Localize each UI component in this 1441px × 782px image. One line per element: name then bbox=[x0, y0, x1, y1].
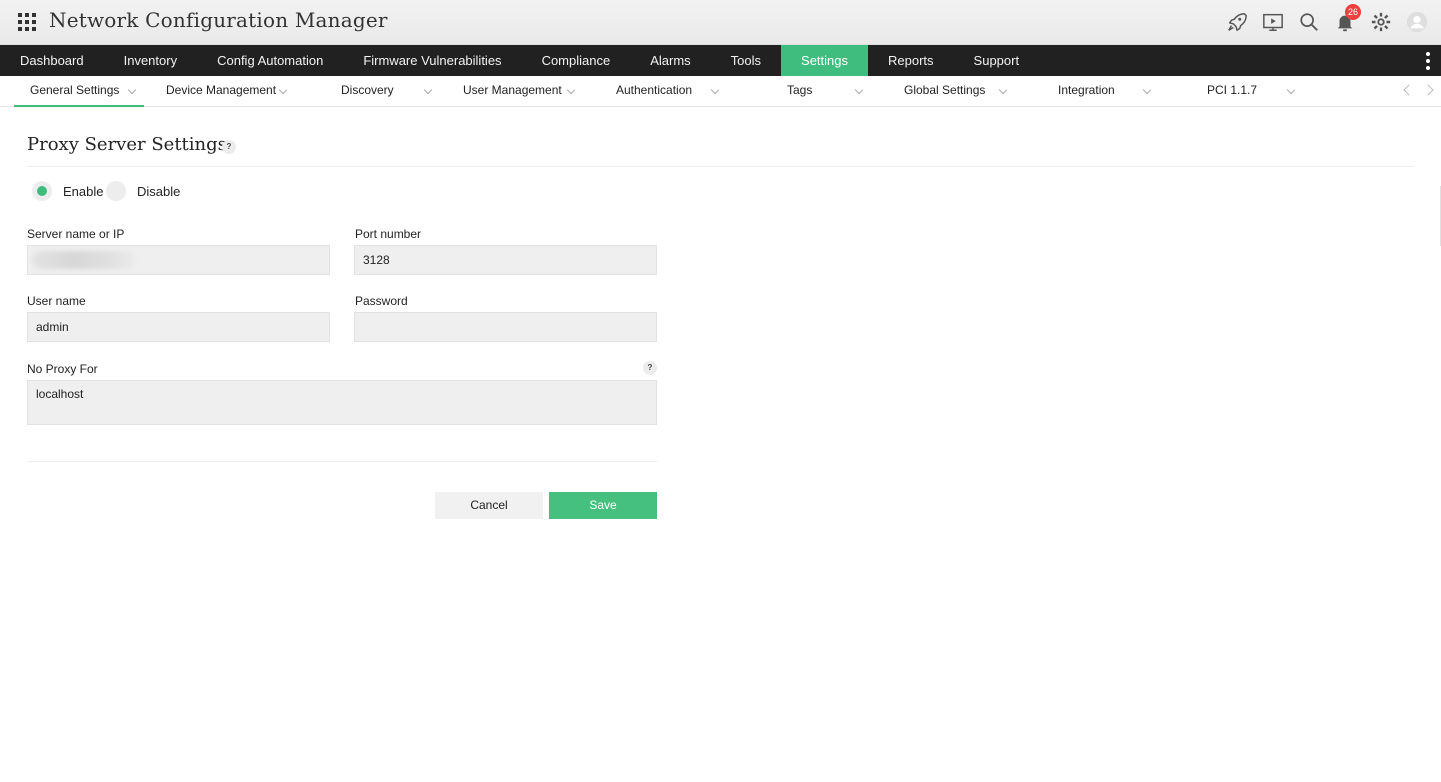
nav-firmware-vulnerabilities[interactable]: Firmware Vulnerabilities bbox=[343, 45, 521, 76]
gear-icon[interactable] bbox=[1363, 7, 1399, 37]
tab-label: Discovery bbox=[341, 83, 394, 97]
chevron-down-icon[interactable] bbox=[566, 85, 576, 95]
port-number-label: Port number bbox=[355, 227, 422, 241]
user-avatar-icon[interactable] bbox=[1399, 7, 1435, 37]
cancel-button[interactable]: Cancel bbox=[435, 492, 543, 519]
bell-icon[interactable]: 26 bbox=[1327, 4, 1363, 37]
nav-tools[interactable]: Tools bbox=[711, 45, 781, 76]
header-toolbar: 26 bbox=[1219, 4, 1435, 37]
chevron-down-icon[interactable] bbox=[1286, 85, 1296, 95]
nav-support[interactable]: Support bbox=[954, 45, 1040, 76]
scroll-left-icon[interactable] bbox=[1403, 84, 1415, 96]
redacted-value bbox=[32, 251, 136, 269]
tab-pci[interactable]: PCI 1.1.7 bbox=[1207, 76, 1257, 107]
app-grid-icon[interactable] bbox=[18, 13, 36, 31]
more-menu-icon[interactable] bbox=[1424, 52, 1432, 70]
nav-settings[interactable]: Settings bbox=[781, 45, 869, 76]
nav-alarms[interactable]: Alarms bbox=[630, 45, 710, 76]
tab-general-settings[interactable]: General Settings bbox=[14, 76, 144, 107]
password-input[interactable] bbox=[354, 312, 657, 342]
notification-badge: 26 bbox=[1345, 4, 1362, 20]
rocket-icon[interactable] bbox=[1219, 7, 1255, 37]
divider bbox=[27, 461, 657, 462]
tab-tags[interactable]: Tags bbox=[787, 76, 812, 107]
chevron-down-icon[interactable] bbox=[854, 85, 864, 95]
chevron-down-icon[interactable] bbox=[710, 85, 720, 95]
chevron-down-icon[interactable] bbox=[1142, 85, 1152, 95]
tab-label: General Settings bbox=[30, 83, 120, 97]
tab-discovery[interactable]: Discovery bbox=[341, 76, 394, 107]
nav-inventory[interactable]: Inventory bbox=[104, 45, 197, 76]
save-button[interactable]: Save bbox=[549, 492, 657, 519]
tab-label: User Management bbox=[463, 83, 562, 97]
search-icon[interactable] bbox=[1291, 7, 1327, 37]
nav-compliance[interactable]: Compliance bbox=[522, 45, 631, 76]
no-proxy-textarea[interactable]: localhost bbox=[27, 380, 657, 425]
server-name-label: Server name or IP bbox=[27, 227, 125, 241]
user-name-input[interactable]: admin bbox=[27, 312, 330, 342]
chevron-down-icon[interactable] bbox=[998, 85, 1008, 95]
enable-label: Enable bbox=[63, 184, 104, 199]
sub-nav: General Settings Device Management Disco… bbox=[0, 76, 1441, 107]
nav-config-automation[interactable]: Config Automation bbox=[197, 45, 343, 76]
port-number-input[interactable]: 3128 bbox=[354, 245, 657, 275]
tab-label: Authentication bbox=[616, 83, 693, 97]
disable-label: Disable bbox=[137, 184, 181, 199]
main-nav: Dashboard Inventory Config Automation Fi… bbox=[0, 45, 1441, 76]
help-icon[interactable]: ? bbox=[222, 140, 236, 154]
nav-reports[interactable]: Reports bbox=[868, 45, 954, 76]
tab-label: Global Settings bbox=[904, 83, 986, 97]
chevron-down-icon[interactable] bbox=[278, 85, 288, 95]
help-icon[interactable]: ? bbox=[643, 361, 657, 375]
presentation-icon[interactable] bbox=[1255, 7, 1291, 37]
disable-radio[interactable] bbox=[106, 181, 126, 201]
tab-integration[interactable]: Integration bbox=[1058, 76, 1115, 107]
title-bar: Network Configuration Manager 26 bbox=[0, 0, 1441, 45]
user-name-label: User name bbox=[27, 294, 86, 308]
scroll-right-icon[interactable] bbox=[1422, 84, 1434, 96]
nav-dashboard[interactable]: Dashboard bbox=[0, 45, 104, 76]
tab-authentication[interactable]: Authentication bbox=[616, 76, 692, 107]
tab-label: Tags bbox=[787, 83, 813, 97]
enable-radio[interactable] bbox=[32, 181, 52, 201]
divider bbox=[27, 166, 1414, 167]
tab-global-settings[interactable]: Global Settings bbox=[904, 76, 985, 107]
no-proxy-label: No Proxy For bbox=[27, 362, 98, 376]
tab-label: Integration bbox=[1058, 83, 1115, 97]
tab-label: PCI 1.1.7 bbox=[1207, 83, 1258, 97]
page-title: Proxy Server Settings bbox=[27, 134, 227, 155]
tab-user-management[interactable]: User Management bbox=[463, 76, 562, 107]
password-label: Password bbox=[355, 294, 408, 308]
chevron-down-icon[interactable] bbox=[423, 85, 433, 95]
tab-device-management[interactable]: Device Management bbox=[166, 76, 276, 107]
tab-label: Device Management bbox=[166, 83, 277, 97]
app-title: Network Configuration Manager bbox=[49, 8, 388, 32]
